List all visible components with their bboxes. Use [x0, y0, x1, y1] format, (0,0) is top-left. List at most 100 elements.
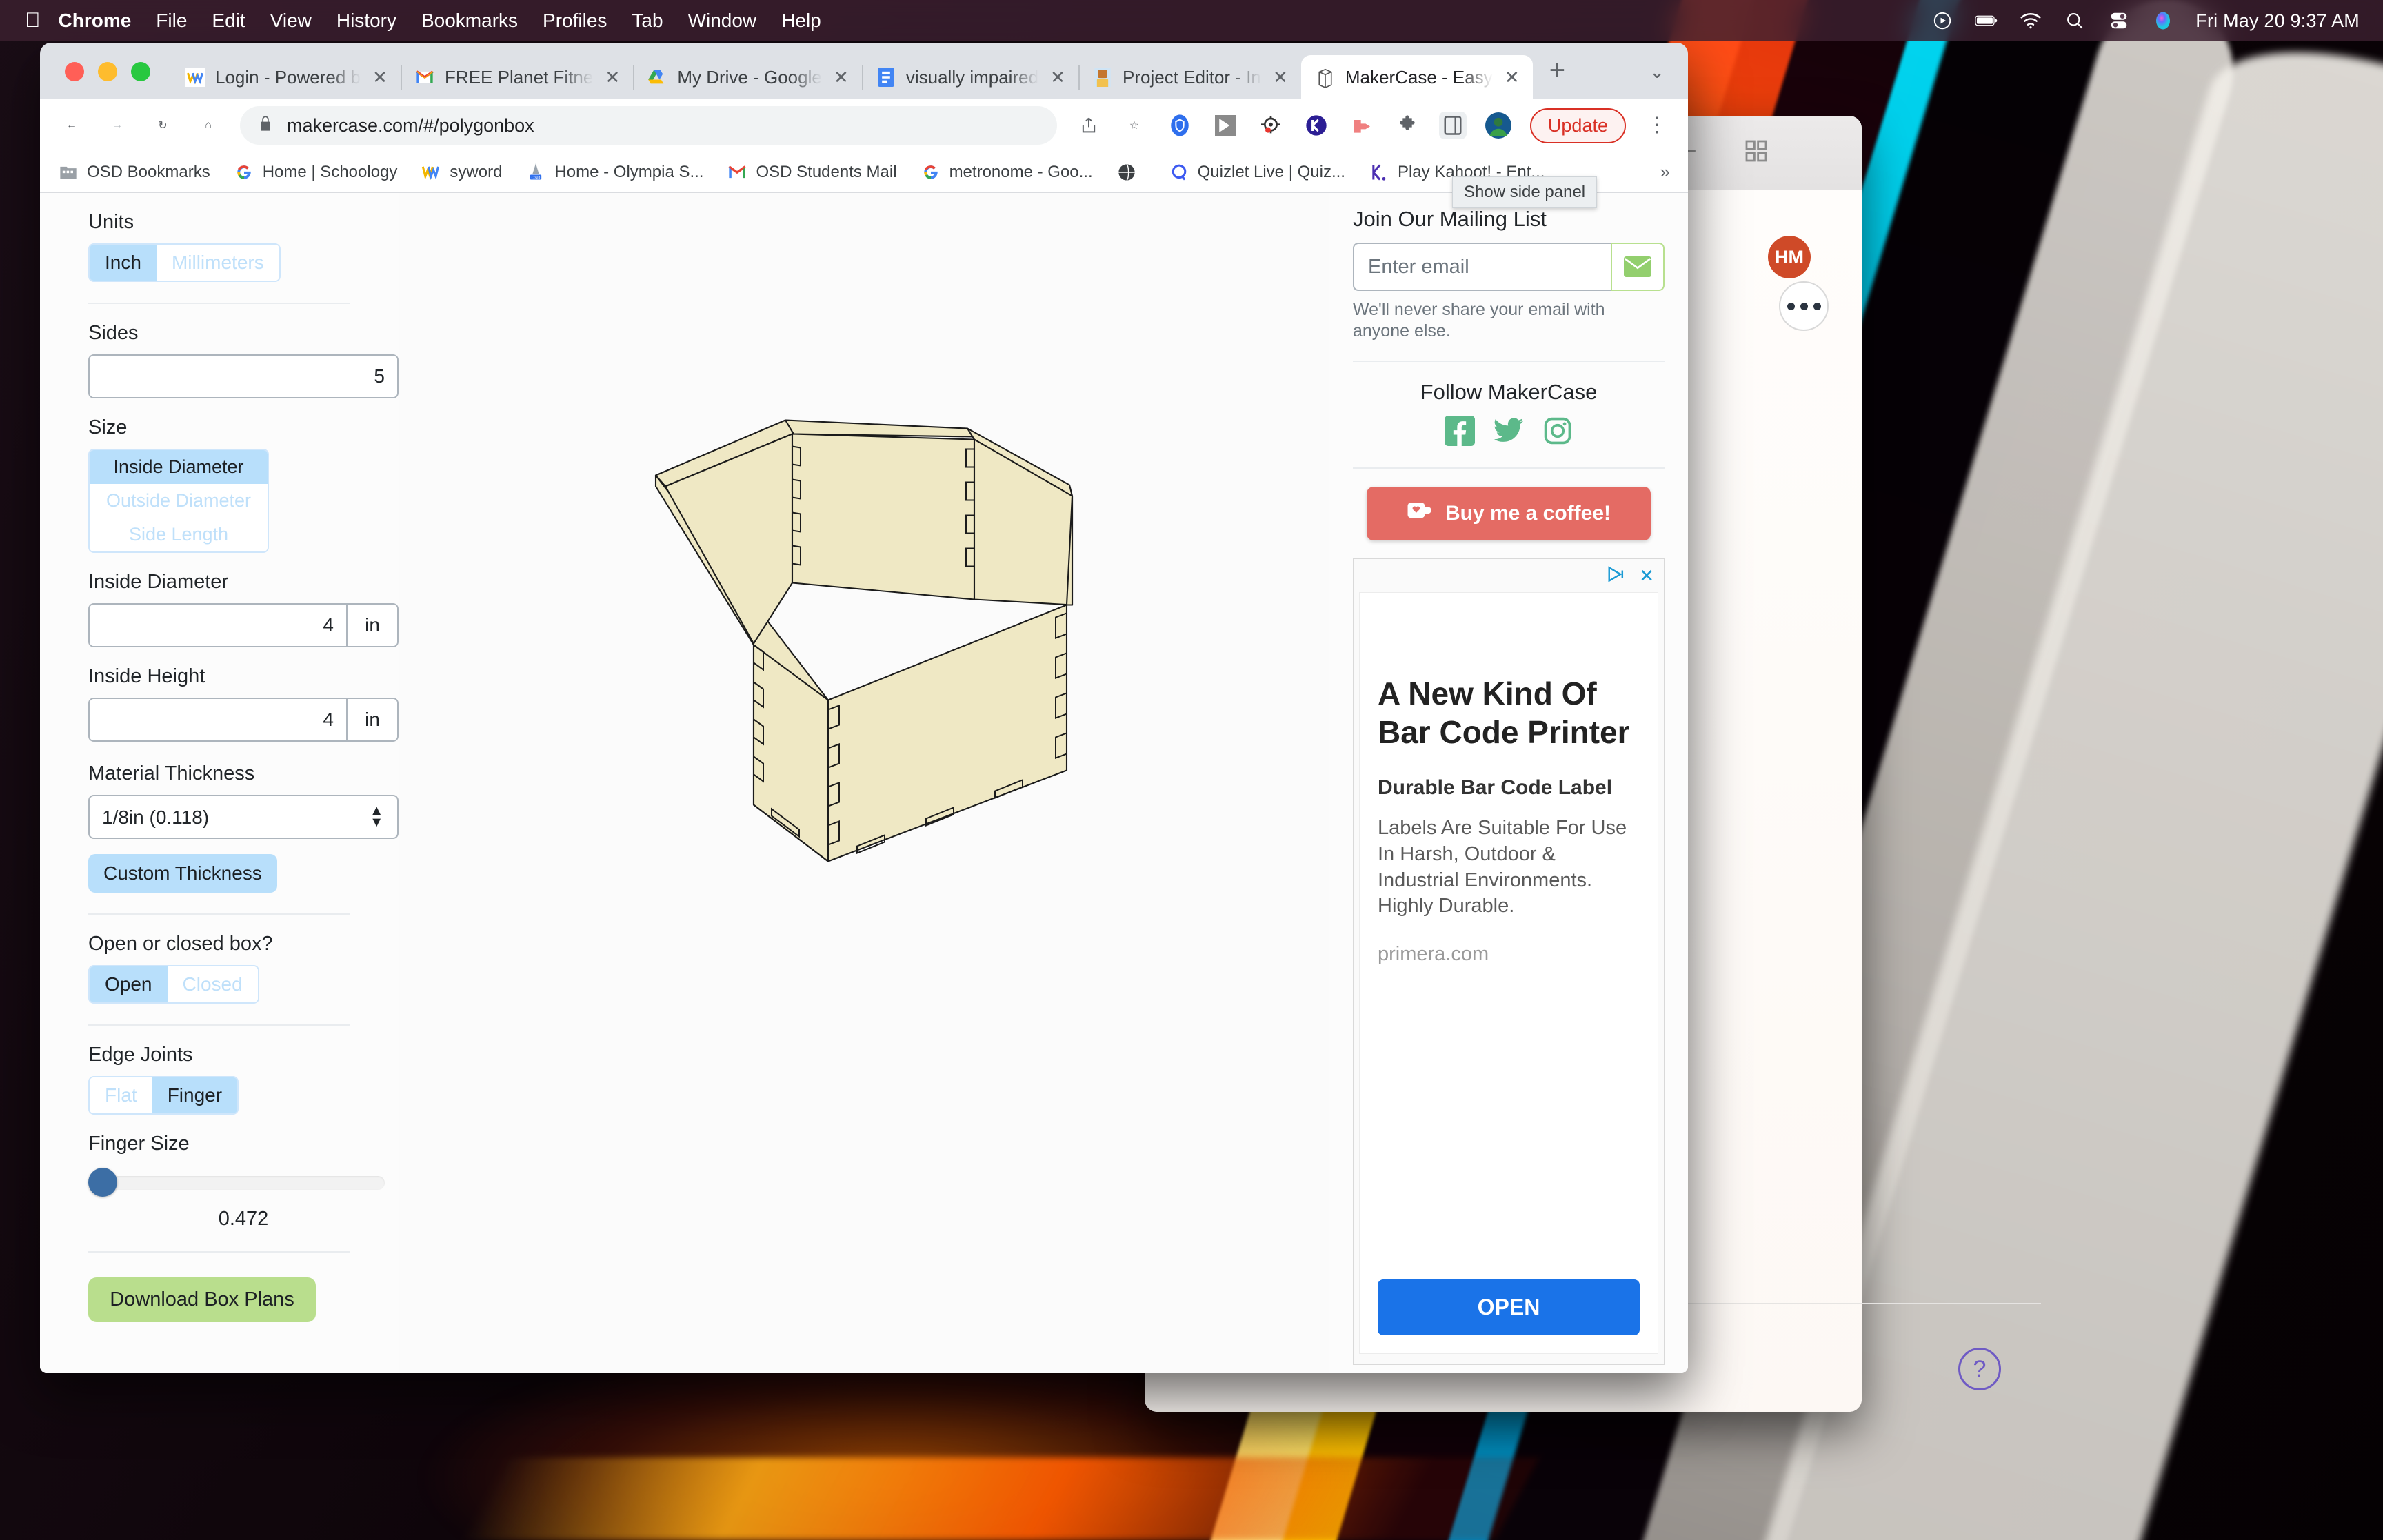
- ad-cta-button[interactable]: OPEN: [1378, 1279, 1640, 1335]
- close-icon[interactable]: ✕: [1048, 67, 1067, 88]
- maximize-window-button[interactable]: [131, 62, 150, 81]
- close-window-button[interactable]: [65, 62, 84, 81]
- tab-visually-impaired[interactable]: visually impaired ✕: [861, 55, 1078, 99]
- sides-input[interactable]: [90, 356, 397, 397]
- open-closed-option-closed[interactable]: Closed: [167, 966, 258, 1002]
- box-3d-model[interactable]: [650, 398, 1078, 871]
- bookmark-osd-bookmarks[interactable]: OSD Bookmarks: [58, 162, 210, 183]
- facebook-icon[interactable]: [1445, 415, 1475, 449]
- instagram-icon[interactable]: [1542, 416, 1573, 449]
- size-option-side-length[interactable]: Side Length: [90, 518, 268, 551]
- bookmark-schoology[interactable]: Home | Schoology: [234, 162, 397, 183]
- size-toggle-group[interactable]: Inside Diameter Outside Diameter Side Le…: [88, 449, 269, 553]
- menu-item-history[interactable]: History: [336, 10, 396, 32]
- ad-card[interactable]: A New Kind Of Bar Code Printer Durable B…: [1359, 591, 1658, 1354]
- inside-diameter-field[interactable]: in: [88, 603, 399, 647]
- menu-item-edit[interactable]: Edit: [212, 10, 245, 32]
- inside-height-field[interactable]: in: [88, 698, 399, 742]
- inside-height-input[interactable]: [90, 699, 346, 740]
- open-closed-toggle-group[interactable]: Open Closed: [88, 965, 259, 1004]
- menu-item-profiles[interactable]: Profiles: [543, 10, 607, 32]
- menu-item-help[interactable]: Help: [781, 10, 821, 32]
- control-center-icon[interactable]: [2107, 10, 2131, 31]
- units-option-inch[interactable]: Inch: [90, 245, 157, 281]
- download-box-plans-button[interactable]: Download Box Plans: [88, 1277, 316, 1322]
- edge-joints-option-flat[interactable]: Flat: [90, 1077, 152, 1113]
- custom-thickness-button[interactable]: Custom Thickness: [88, 854, 277, 893]
- close-icon[interactable]: ✕: [1502, 67, 1522, 88]
- share-icon[interactable]: [1075, 112, 1103, 139]
- close-icon[interactable]: ✕: [1635, 565, 1658, 587]
- adchoices-icon[interactable]: [1607, 565, 1628, 587]
- bookmark-globe[interactable]: [1116, 162, 1145, 183]
- bookmark-syword[interactable]: syword: [421, 162, 502, 183]
- close-icon[interactable]: ✕: [1271, 67, 1290, 88]
- model-viewport[interactable]: Drag to Rotate Scroll to Zoom: [399, 193, 1329, 1373]
- menu-item-tab[interactable]: Tab: [632, 10, 663, 32]
- open-closed-option-open[interactable]: Open: [90, 966, 168, 1002]
- slider-thumb[interactable]: [88, 1168, 117, 1197]
- window-controls[interactable]: [55, 62, 171, 99]
- chevron-down-icon[interactable]: ⌄: [1649, 61, 1688, 99]
- edge-joints-toggle-group[interactable]: Flat Finger: [88, 1076, 239, 1115]
- material-thickness-select[interactable]: 1/8in (0.118): [88, 795, 399, 839]
- material-thickness-select-wrap[interactable]: 1/8in (0.118) ▲ ▼: [88, 795, 399, 839]
- edge-joints-option-finger[interactable]: Finger: [152, 1077, 238, 1113]
- avatar[interactable]: HM: [1768, 236, 1811, 278]
- extension-shield-icon[interactable]: [1166, 112, 1194, 139]
- bookmark-osd-students-mail[interactable]: OSD Students Mail: [727, 162, 897, 183]
- extensions-puzzle-icon[interactable]: [1394, 112, 1421, 139]
- battery-icon[interactable]: [1975, 10, 1998, 31]
- close-icon[interactable]: ✕: [832, 67, 851, 88]
- inside-diameter-input[interactable]: [90, 605, 346, 646]
- email-input[interactable]: [1353, 243, 1611, 291]
- buy-me-a-coffee-button[interactable]: Buy me a coffee!: [1367, 486, 1651, 540]
- menu-item-file[interactable]: File: [156, 10, 187, 32]
- siri-icon[interactable]: [2151, 10, 2175, 31]
- bookmark-star-icon[interactable]: ☆: [1120, 112, 1148, 139]
- menu-item-window[interactable]: Window: [688, 10, 757, 32]
- units-toggle-group[interactable]: Inch Millimeters: [88, 243, 281, 282]
- bookmarks-overflow-button[interactable]: »: [1660, 161, 1670, 183]
- extension-grammarly-icon[interactable]: [1211, 112, 1239, 139]
- chrome-browser-window[interactable]: Login - Powered b ✕ FREE Planet Fitne ✕ …: [40, 43, 1688, 1373]
- advertisement[interactable]: ✕ A New Kind Of Bar Code Printer Durable…: [1353, 558, 1665, 1365]
- close-icon[interactable]: ✕: [370, 67, 390, 88]
- tab-my-drive[interactable]: My Drive - Google ✕: [633, 55, 862, 99]
- search-icon[interactable]: [2063, 10, 2087, 31]
- extension-kahoot-icon[interactable]: [1303, 112, 1330, 139]
- twitter-icon[interactable]: [1493, 416, 1525, 449]
- apple-logo-icon[interactable]: : [25, 10, 41, 31]
- minimize-window-button[interactable]: [98, 62, 117, 81]
- grid-icon[interactable]: [1742, 136, 1771, 169]
- menu-item-bookmarks[interactable]: Bookmarks: [421, 10, 518, 32]
- reload-button[interactable]: ↻: [149, 112, 177, 139]
- envelope-icon[interactable]: [1611, 243, 1665, 291]
- side-panel-icon[interactable]: [1438, 112, 1467, 139]
- units-option-millimeters[interactable]: Millimeters: [156, 245, 279, 281]
- tab-project-editor[interactable]: Project Editor - In ✕: [1078, 55, 1301, 99]
- forward-button[interactable]: →: [103, 112, 131, 139]
- tab-planet-fitness[interactable]: FREE Planet Fitne ✕: [401, 55, 633, 99]
- tab-login[interactable]: Login - Powered b ✕: [171, 55, 401, 99]
- menu-item-view[interactable]: View: [270, 10, 312, 32]
- chrome-menu-button[interactable]: ⋮: [1644, 115, 1670, 136]
- help-icon[interactable]: ?: [1958, 1348, 2001, 1390]
- extension-target-icon[interactable]: [1257, 112, 1285, 139]
- mailing-list-form[interactable]: [1353, 243, 1665, 291]
- profile-avatar[interactable]: [1485, 112, 1512, 139]
- bookmark-quizlet[interactable]: Quizlet Live | Quiz...: [1169, 162, 1345, 183]
- finger-size-slider[interactable]: [88, 1168, 385, 1198]
- bookmark-olympia[interactable]: OSD Home - Olympia S...: [525, 162, 703, 183]
- extension-play-icon[interactable]: [1348, 112, 1376, 139]
- size-option-outside-diameter[interactable]: Outside Diameter: [90, 484, 268, 518]
- wifi-icon[interactable]: [2019, 10, 2042, 31]
- tab-makercase[interactable]: MakerCase - Easy ✕: [1300, 55, 1533, 99]
- play-circle-icon[interactable]: [1931, 10, 1954, 31]
- new-tab-button[interactable]: +: [1533, 57, 1582, 99]
- back-button[interactable]: ←: [58, 112, 86, 139]
- close-icon[interactable]: ✕: [603, 67, 622, 88]
- address-bar[interactable]: makercase.com/#/polygonbox: [240, 106, 1057, 145]
- sides-field[interactable]: [88, 354, 399, 398]
- more-options-button[interactable]: [1779, 281, 1829, 331]
